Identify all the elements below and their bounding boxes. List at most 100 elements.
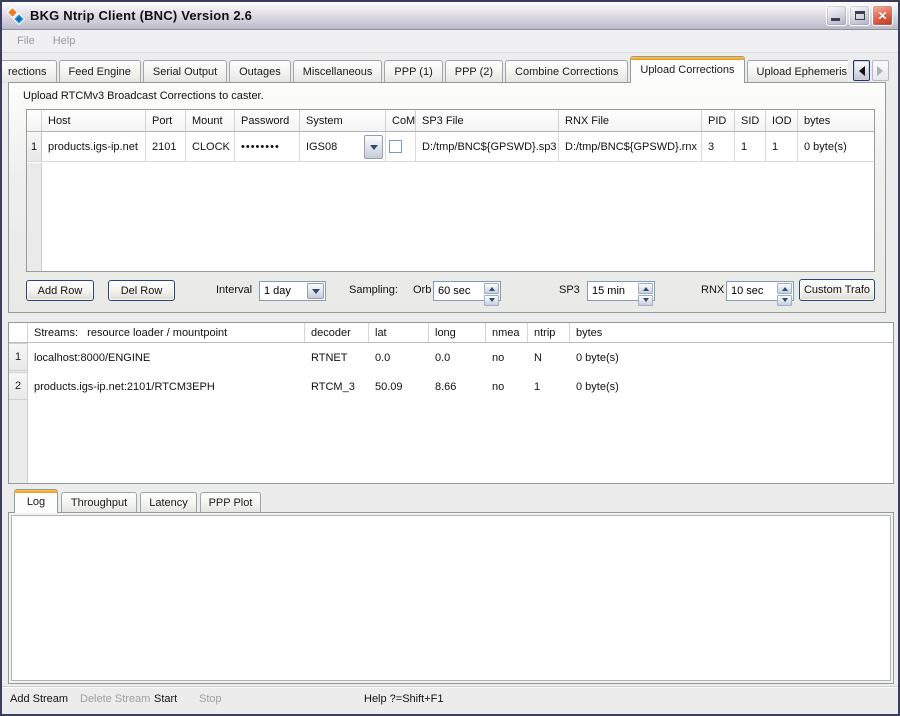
tab-combine-corrections[interactable]: Combine Corrections [505, 60, 628, 83]
menu-help[interactable]: Help [44, 32, 85, 50]
bottom-tabbar: Log Throughput Latency PPP Plot [14, 489, 261, 513]
tab-outages[interactable]: Outages [229, 60, 291, 83]
sp3-label: SP3 [559, 280, 580, 301]
cell-ntrip[interactable]: 1 [528, 372, 570, 401]
del-row-button[interactable]: Del Row [108, 280, 175, 301]
streams-table-header: Streams: resource loader / mountpoint de… [9, 323, 893, 343]
stop-button: Stop [199, 693, 222, 705]
custom-trafo-button[interactable]: Custom Trafo [799, 279, 875, 301]
cell-pid[interactable]: 3 [702, 132, 735, 162]
header-rownum [27, 110, 42, 131]
scroll-left-icon [854, 66, 865, 76]
upload-corrections-pane: Upload RTCMv3 Broadcast Corrections to c… [8, 82, 886, 313]
arrow-down-icon [643, 298, 649, 305]
sp3-spin-up-button[interactable] [638, 283, 653, 294]
cell-password[interactable]: •••••••• [235, 132, 300, 162]
start-button[interactable]: Start [154, 693, 177, 705]
upload-table-header: Host Port Mount Password System CoM SP3 … [27, 110, 874, 132]
tab-miscellaneous[interactable]: Miscellaneous [293, 60, 383, 83]
sp3-spinbox[interactable]: 15 min [587, 281, 655, 301]
minimize-button[interactable] [826, 5, 847, 26]
rnx-spin-up-button[interactable] [777, 283, 792, 294]
system-value: IGS08 [300, 141, 362, 153]
help-shortcut-label[interactable]: Help ?=Shift+F1 [364, 693, 444, 705]
header-bytes: bytes [798, 110, 874, 131]
cell-lat[interactable]: 0.0 [369, 343, 429, 372]
orb-spin-up-button[interactable] [484, 283, 499, 294]
cell-bytes: 0 byte(s) [570, 343, 893, 372]
rnx-spinbox[interactable]: 10 sec [726, 281, 794, 301]
screen: BKG Ntrip Client (BNC) Version 2.6 ✕ Fil… [0, 0, 900, 716]
header-stream-rownum [9, 323, 28, 342]
row-number: 1 [27, 132, 42, 162]
system-dropdown-button[interactable] [364, 135, 383, 159]
cell-lat[interactable]: 50.09 [369, 372, 429, 401]
orb-spinbox[interactable]: 60 sec [433, 281, 501, 301]
tab-ppp-plot[interactable]: PPP Plot [200, 492, 261, 513]
cell-rnx-file[interactable]: D:/tmp/BNC${GPSWD}.rnx [559, 132, 702, 162]
tab-upload-ephemeris[interactable]: Upload Ephemeris [747, 60, 848, 83]
cell-decoder[interactable]: RTCM_3 [305, 372, 369, 401]
header-long: long [429, 323, 486, 342]
cell-mountpoint[interactable]: localhost:8000/ENGINE [28, 343, 305, 372]
add-row-button[interactable]: Add Row [26, 280, 94, 301]
close-button[interactable]: ✕ [872, 5, 893, 26]
minimize-icon [831, 18, 840, 21]
cell-nmea[interactable]: no [486, 343, 528, 372]
header-system: System [300, 110, 386, 131]
interval-dropdown-button[interactable] [307, 283, 324, 299]
cell-host[interactable]: products.igs-ip.net [42, 132, 146, 162]
sp3-value: 15 min [588, 282, 637, 300]
sp3-spin-down-button[interactable] [638, 295, 653, 306]
cell-iod[interactable]: 1 [766, 132, 798, 162]
orb-value: 60 sec [434, 282, 483, 300]
header-mountpoint: Streams: resource loader / mountpoint [28, 323, 305, 342]
menu-file[interactable]: File [8, 32, 44, 50]
maximize-button[interactable] [849, 5, 870, 26]
tab-latency[interactable]: Latency [140, 492, 197, 513]
tab-upload-corrections[interactable]: Upload Corrections [630, 56, 744, 83]
cell-port[interactable]: 2101 [146, 132, 186, 162]
header-ntrip: ntrip [528, 323, 570, 342]
sampling-label: Sampling: [349, 280, 398, 301]
arrow-down-icon [489, 298, 495, 305]
log-output[interactable] [11, 515, 891, 681]
cell-decoder[interactable]: RTNET [305, 343, 369, 372]
cell-mount[interactable]: CLOCK [186, 132, 235, 162]
tab-feed-engine[interactable]: Feed Engine [59, 60, 141, 83]
cell-sp3-file[interactable]: D:/tmp/BNC${GPSWD}.sp3 [416, 132, 559, 162]
cell-mountpoint[interactable]: products.igs-ip.net:2101/RTCM3EPH [28, 372, 305, 401]
tab-corrections[interactable]: rections [2, 60, 57, 83]
stream-row[interactable]: 2 products.igs-ip.net:2101/RTCM3EPH RTCM… [9, 372, 893, 401]
header-stream-bytes: bytes [570, 323, 893, 342]
row-number: 1 [9, 343, 28, 371]
tab-scroll-left-button[interactable] [853, 60, 870, 81]
tab-throughput[interactable]: Throughput [61, 492, 137, 513]
tab-ppp-1[interactable]: PPP (1) [384, 60, 442, 83]
close-icon: ✕ [877, 10, 887, 22]
add-stream-button[interactable]: Add Stream [10, 693, 68, 705]
cell-system-combobox[interactable]: IGS08 [300, 132, 386, 162]
upload-table: Host Port Mount Password System CoM SP3 … [26, 109, 875, 272]
tab-log[interactable]: Log [14, 489, 58, 513]
rnx-spin-down-button[interactable] [777, 295, 792, 306]
tab-serial-output[interactable]: Serial Output [143, 60, 227, 83]
stream-row[interactable]: 1 localhost:8000/ENGINE RTNET 0.0 0.0 no… [9, 343, 893, 372]
orb-spin-down-button[interactable] [484, 295, 499, 306]
upload-table-vertical-header-strip [27, 163, 42, 271]
interval-label: Interval [216, 280, 252, 301]
interval-value: 1 day [260, 285, 306, 297]
cell-ntrip[interactable]: N [528, 343, 570, 372]
cell-sid[interactable]: 1 [735, 132, 766, 162]
interval-combobox[interactable]: 1 day [259, 281, 326, 301]
menubar: File Help [2, 30, 898, 53]
cell-long[interactable]: 0.0 [429, 343, 486, 372]
header-lat: lat [369, 323, 429, 342]
tab-scroll-right-button[interactable] [872, 60, 889, 81]
app-window: BKG Ntrip Client (BNC) Version 2.6 ✕ Fil… [0, 0, 900, 716]
cell-nmea[interactable]: no [486, 372, 528, 401]
arrow-up-icon [643, 284, 649, 291]
cell-long[interactable]: 8.66 [429, 372, 486, 401]
tab-ppp-2[interactable]: PPP (2) [445, 60, 503, 83]
com-checkbox[interactable] [389, 140, 402, 153]
